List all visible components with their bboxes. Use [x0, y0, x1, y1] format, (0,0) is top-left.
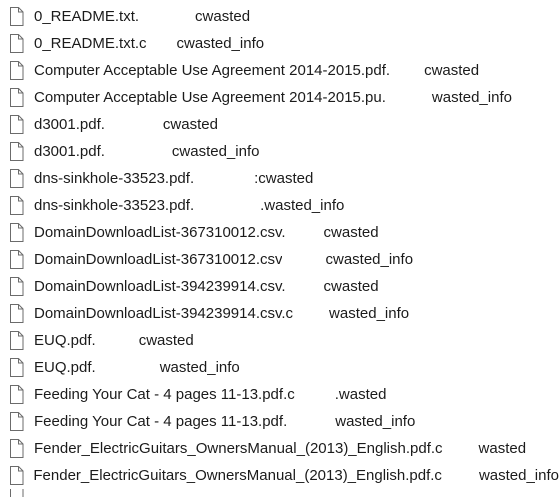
file-name: 0_README.txt.c	[34, 35, 147, 52]
document-icon	[9, 304, 33, 324]
file-row[interactable]: Feeding Your Cat - 4 pages 11-13.pdf.c .w…	[0, 381, 559, 408]
file-row[interactable]: 0_README.txt.c cwasted_info	[0, 30, 559, 57]
file-name: DomainDownloadList-367310012.csv.	[34, 224, 286, 241]
file-extension: cwasted_info	[171, 143, 260, 160]
file-row[interactable]: d3001.pdf. cwasted_info	[0, 138, 559, 165]
document-icon	[9, 61, 33, 81]
file-row[interactable]: d3001.pdf. cwasted	[0, 111, 559, 138]
document-icon	[9, 466, 32, 486]
file-row[interactable]: EUQ.pdf. cwasted	[0, 327, 559, 354]
redacted-segment	[390, 62, 425, 79]
file-name: DomainDownloadList-394239914.csv.c	[34, 305, 294, 322]
redacted-segment	[441, 467, 479, 484]
file-name: EUQ.pdf.	[34, 359, 96, 376]
file-name: Computer Acceptable Use Agreement 2014-2…	[34, 89, 386, 106]
file-row[interactable]: Fender_ElectricGuitars_OwnersManual_(201…	[0, 462, 559, 489]
file-row[interactable]: Feeding Your Cat - 4 pages 11-13.pdf. was…	[0, 408, 559, 435]
redacted-segment	[442, 440, 479, 457]
file-extension: wasted_info	[431, 89, 512, 106]
file-extension: .wasted_info	[260, 197, 345, 214]
file-extension: :cwasted	[254, 170, 314, 187]
document-icon	[9, 196, 33, 216]
document-icon	[9, 115, 33, 135]
file-extension: wasted	[478, 440, 527, 457]
redacted-segment	[294, 386, 335, 403]
file-name: Fender_ElectricGuitars_OwnersManual_(201…	[33, 467, 442, 484]
file-row[interactable]: DomainDownloadList-394239914.csv. cwasted	[0, 273, 559, 300]
redacted-segment	[104, 143, 172, 160]
file-extension: cwasted_info	[176, 35, 265, 52]
file-name: DomainDownloadList-394239914.csv.	[34, 278, 286, 295]
file-name: DomainDownloadList-367310012.csv	[34, 251, 283, 268]
file-row[interactable]: Computer Acceptable Use Agreement 2014-2…	[0, 57, 559, 84]
document-icon	[9, 412, 33, 432]
file-name: d3001.pdf.	[34, 143, 105, 160]
file-extension: cwasted	[323, 278, 379, 295]
file-extension: cwasted	[195, 8, 251, 25]
file-row[interactable]: DomainDownloadList-367310012.csv cwasted_…	[0, 246, 559, 273]
file-name: Fender_ElectricGuitars_OwnersManual_(201…	[34, 440, 443, 457]
file-row[interactable]: Computer Acceptable Use Agreement 2014-2…	[0, 84, 559, 111]
file-name: Computer Acceptable Use Agreement 2014-2…	[34, 62, 391, 79]
document-icon	[9, 277, 33, 297]
file-extension: .wasted	[334, 386, 387, 403]
document-icon	[9, 34, 33, 54]
redacted-segment	[285, 224, 324, 241]
file-name: dns-sinkhole-33523.pdf.	[34, 170, 195, 187]
file-extension: cwasted_info	[325, 251, 414, 268]
file-row[interactable]: Fender_ElectricGuitars_OwnersManual_(201…	[0, 435, 559, 462]
document-icon	[9, 169, 33, 189]
document-icon	[9, 250, 33, 270]
file-name: EUQ.pdf.	[34, 332, 96, 349]
document-icon	[9, 489, 33, 497]
file-row[interactable]: dns-sinkhole-33523.pdf. :cwasted	[0, 165, 559, 192]
redacted-segment	[293, 305, 330, 322]
file-row[interactable]: DomainDownloadList-367310012.csv. cwasted	[0, 219, 559, 246]
document-icon	[9, 142, 33, 162]
redacted-segment	[95, 332, 139, 349]
document-icon	[9, 223, 33, 243]
document-icon	[9, 331, 33, 351]
file-list: 0_README.txt. cwasted 0_README.txt.c cwaste…	[0, 3, 559, 497]
file-extension: wasted_info	[335, 413, 416, 430]
file-row[interactable]: 0_README.txt. cwasted	[0, 3, 559, 30]
redacted-segment	[287, 413, 336, 430]
redacted-segment	[285, 278, 324, 295]
file-name: 0_README.txt.	[34, 8, 140, 25]
redacted-segment	[139, 8, 196, 25]
file-name: dns-sinkhole-33523.pdf.	[34, 197, 195, 214]
document-icon	[9, 439, 33, 459]
file-name: Feeding Your Cat - 4 pages 11-13.pdf.	[34, 413, 288, 430]
document-icon	[9, 358, 33, 378]
redacted-segment	[385, 89, 432, 106]
file-extension: cwasted	[138, 332, 194, 349]
file-extension: cwasted	[424, 62, 480, 79]
file-name: d3001.pdf.	[34, 116, 105, 133]
file-extension: wasted_info	[159, 359, 240, 376]
redacted-segment	[95, 359, 160, 376]
document-icon	[9, 7, 33, 27]
redacted-segment	[194, 197, 261, 214]
redacted-segment	[146, 35, 177, 52]
file-row[interactable]: dns-sinkhole-33523.pdf. .wasted_info	[0, 192, 559, 219]
file-name: Feeding Your Cat - 4 pages 11-13.pdf.c	[34, 386, 295, 403]
file-row[interactable]: DomainDownloadList-394239914.csv.c wasted…	[0, 300, 559, 327]
redacted-segment	[282, 251, 326, 268]
file-extension: cwasted	[323, 224, 379, 241]
document-icon	[9, 88, 33, 108]
file-row[interactable]: EUQ.pdf. wasted_info	[0, 354, 559, 381]
file-extension: wasted_info	[478, 467, 559, 484]
file-extension: wasted_info	[329, 305, 410, 322]
file-row-partial[interactable]	[0, 489, 559, 497]
document-icon	[9, 385, 33, 405]
redacted-segment	[104, 116, 163, 133]
redacted-segment	[194, 170, 255, 187]
file-extension: cwasted	[162, 116, 218, 133]
